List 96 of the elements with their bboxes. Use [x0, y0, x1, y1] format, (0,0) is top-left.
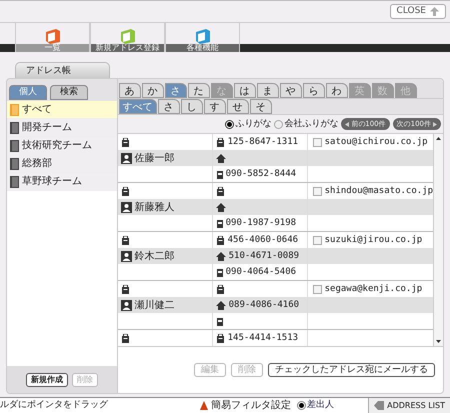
- group-item[interactable]: すべて: [7, 101, 117, 120]
- mobile-icon: [216, 268, 223, 277]
- kana-tab[interactable]: た: [188, 83, 210, 98]
- left-triangle-icon: [345, 122, 350, 127]
- kana-tab[interactable]: は: [234, 83, 256, 98]
- work-phone: 125-8647-1311: [228, 136, 298, 149]
- address-list-tab[interactable]: ADDRESS LIST: [368, 398, 450, 413]
- checkbox[interactable]: [312, 186, 322, 196]
- checkbox[interactable]: [312, 284, 322, 294]
- email-address: suzuki@jirou.co.jp: [324, 234, 422, 247]
- mobile-phone: 090-4064-5406: [226, 266, 296, 279]
- checkbox[interactable]: [312, 236, 322, 245]
- phone-icon: [120, 284, 130, 294]
- email-address: shindou@masato.co.jp: [324, 184, 433, 198]
- contact-name: 新藤雅人: [134, 200, 175, 215]
- contact-name: 瀬川健二: [134, 298, 175, 313]
- group-item[interactable]: 総務部: [7, 155, 117, 174]
- book-icon: [10, 176, 19, 188]
- close-button[interactable]: CLOSE: [390, 4, 446, 19]
- phone-icon: [120, 236, 130, 245]
- folder-icon: [194, 28, 212, 44]
- scrollbar[interactable]: [433, 134, 443, 346]
- group-label: 開発チーム: [22, 121, 72, 136]
- checkbox[interactable]: [312, 138, 322, 147]
- contact-name: 鈴木二郎: [134, 250, 175, 264]
- up-arrow-icon: [430, 6, 439, 16]
- radio-option[interactable]: ふりがな: [225, 118, 272, 132]
- person-icon: [120, 152, 132, 164]
- action-button[interactable]: チェックしたアドレス宛にメールする: [268, 363, 435, 378]
- house-icon: [216, 202, 226, 212]
- radio-option[interactable]: 差出人: [297, 398, 334, 412]
- phone-icon: [120, 186, 130, 196]
- mobile-phone: 090-5852-8444: [226, 168, 296, 181]
- mobile-icon: [216, 218, 223, 228]
- mobile-icon: [216, 316, 223, 326]
- toolbar-label: 一覧: [16, 44, 89, 52]
- group-label: 草野球チーム: [22, 174, 82, 190]
- email-address: satou@ichirou.co.jp: [324, 136, 428, 149]
- book-icon: [10, 104, 19, 116]
- right-triangle-icon: [433, 122, 437, 127]
- toolbar-label: 新規アドレス登録: [91, 44, 164, 52]
- group-label: すべて: [22, 103, 52, 118]
- tag-icon: [374, 401, 384, 410]
- person-icon: [120, 202, 132, 213]
- sub-tab[interactable]: そ: [250, 99, 272, 114]
- kana-tab[interactable]: か: [142, 83, 164, 98]
- toolbar-strip: [0, 44, 15, 52]
- kana-tab[interactable]: ら: [302, 83, 325, 98]
- book-icon: [10, 158, 19, 170]
- tab[interactable]: 検索: [50, 85, 88, 100]
- sub-tab[interactable]: し: [180, 99, 203, 114]
- toolbar-label: 各種機能: [166, 44, 239, 52]
- book-icon: [10, 140, 19, 152]
- kana-tab[interactable]: あ: [118, 83, 141, 98]
- group-item[interactable]: 技術研究チーム: [7, 137, 117, 156]
- home-phone: 510-4671-0089: [228, 250, 300, 263]
- folder-icon: [44, 28, 62, 44]
- group-label: 技術研究チーム: [22, 138, 92, 154]
- person-icon: [120, 250, 132, 262]
- contact-name: 佐藤一郎: [134, 152, 175, 166]
- sub-tab[interactable]: せ: [226, 99, 249, 114]
- email-address: segawa@kenji.co.jp: [324, 282, 422, 296]
- phone-icon: [216, 284, 225, 294]
- phone-icon: [216, 236, 225, 245]
- action-button[interactable]: 新規作成: [26, 372, 68, 386]
- warning-icon: [200, 401, 208, 410]
- phone-icon: [120, 138, 130, 147]
- person-icon: [120, 300, 132, 311]
- group-item[interactable]: 開発チーム: [7, 119, 117, 138]
- book-icon: [10, 122, 19, 134]
- filter-setting[interactable]: 簡易フィルタ設定: [211, 398, 291, 413]
- house-icon: [216, 252, 226, 261]
- home-phone: 089-4086-4160: [228, 298, 300, 312]
- kana-tab[interactable]: や: [280, 83, 302, 98]
- phone-icon: [216, 138, 225, 147]
- phone-icon: [120, 334, 130, 343]
- work-phone: 456-4060-0646: [228, 234, 298, 247]
- folder-icon: [118, 28, 136, 44]
- house-icon: [216, 300, 226, 310]
- panel-tab[interactable]: アドレス帳: [15, 62, 110, 78]
- sub-tab[interactable]: さ: [158, 99, 180, 114]
- work-phone: 145-4414-1513: [228, 332, 298, 345]
- sub-tab[interactable]: す: [204, 99, 226, 114]
- kana-tab[interactable]: わ: [326, 83, 348, 98]
- toolbar-button[interactable]: 各種機能: [165, 22, 240, 52]
- group-label: 総務部: [22, 156, 52, 172]
- group-item[interactable]: 草野球チーム: [7, 173, 117, 192]
- kana-tab[interactable]: ま: [256, 83, 279, 98]
- phone-icon: [216, 334, 225, 343]
- phone-icon: [216, 186, 225, 196]
- radio-option[interactable]: 会社ふりがな: [274, 118, 338, 132]
- mobile-icon: [216, 170, 223, 179]
- status-hint: ルダにポインタをドラッグ: [0, 398, 109, 412]
- mobile-phone: 090-1987-9198: [226, 216, 296, 230]
- toolbar-button[interactable]: 新規アドレス登録: [90, 22, 165, 52]
- house-icon: [216, 154, 226, 163]
